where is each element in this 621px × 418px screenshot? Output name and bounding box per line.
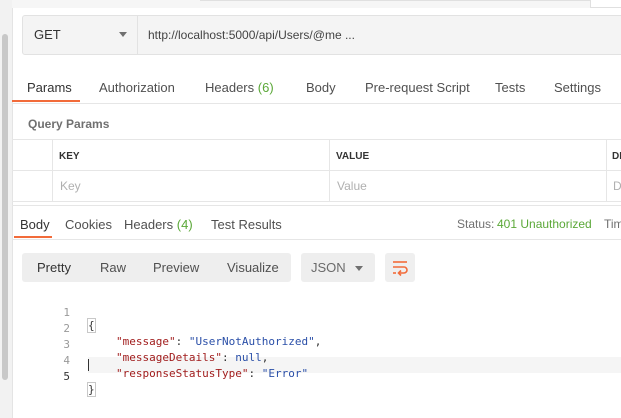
tab-body[interactable]: Body <box>306 80 336 95</box>
tab-label: Body <box>20 217 50 232</box>
table-column-divider <box>52 139 53 201</box>
tab-label: Pre-request Script <box>365 80 470 95</box>
tab-label: Headers <box>205 80 255 95</box>
column-header-key: KEY <box>59 151 80 162</box>
tab-label: Body <box>306 80 336 95</box>
response-tabs-divider <box>12 239 621 240</box>
time-label: Tim <box>604 217 621 231</box>
tabs-divider <box>12 103 621 104</box>
status-label: Status: <box>457 217 495 231</box>
tab-label: Settings <box>554 80 601 95</box>
tab-tests[interactable]: Tests <box>495 80 525 95</box>
code-text: } <box>87 382 96 397</box>
column-header-description: DE <box>612 151 621 162</box>
wrap-lines-icon <box>393 261 408 277</box>
tab-authorization[interactable]: Authorization <box>99 80 175 95</box>
tab-label: Test Results <box>211 217 282 232</box>
response-tab-headers[interactable]: Headers (4) <box>124 217 193 232</box>
code-line: 2 "message": "UserNotAuthorized", <box>22 309 321 348</box>
status-badge[interactable]: 401 Unauthorized <box>497 217 592 231</box>
format-label: JSON <box>311 260 346 275</box>
section-divider <box>12 205 621 206</box>
table-border-mid <box>12 170 621 171</box>
code-line: 1 { <box>22 293 96 333</box>
view-pretty-button[interactable]: Pretty <box>37 253 71 282</box>
response-body-editor[interactable]: 1 { 2 "message": "UserNotAuthorized", 3 … <box>22 293 621 397</box>
column-header-value: VALUE <box>336 151 370 162</box>
table-column-divider <box>606 139 607 201</box>
method-select[interactable]: GET <box>23 16 138 54</box>
active-tab-indicator <box>12 100 80 102</box>
code-line: 3 "messageDetails": null, <box>22 325 268 364</box>
tab-settings[interactable]: Settings <box>554 80 601 95</box>
json-punctuation: , <box>261 351 269 364</box>
format-select[interactable]: JSON <box>301 253 375 282</box>
tab-label: Cookies <box>65 217 112 232</box>
code-text: "messageDetails": null, <box>116 351 269 364</box>
tab-label: Params <box>27 80 72 95</box>
tab-count: (4) <box>176 217 193 232</box>
text-cursor <box>88 359 89 371</box>
response-tab-cookies[interactable]: Cookies <box>65 217 112 232</box>
top-strip <box>12 0 621 8</box>
json-value: "Error" <box>261 367 309 380</box>
table-column-divider <box>329 139 330 201</box>
value-input[interactable]: Value <box>337 179 367 193</box>
code-line: 5 } <box>22 357 96 397</box>
tab-headers[interactable]: Headers (6) <box>205 80 274 95</box>
json-key: "responseStatusType" <box>116 367 249 380</box>
tab-label: Headers <box>124 217 174 232</box>
view-mode-group: Pretty Raw Preview Visualize <box>22 253 291 282</box>
wrap-lines-button[interactable] <box>385 253 415 282</box>
chevron-down-icon <box>119 32 127 37</box>
json-value: "UserNotAuthorized" <box>188 335 315 348</box>
active-response-tab-indicator <box>14 236 52 238</box>
tab-count: (6) <box>257 80 274 95</box>
code-text: "responseStatusType": "Error" <box>116 367 309 380</box>
tab-pre-request-script[interactable]: Pre-request Script <box>365 80 470 95</box>
url-bar: GET http://localhost:5000/api/Users/@me … <box>22 15 621 55</box>
key-input[interactable]: Key <box>60 179 81 193</box>
tab-label: Tests <box>495 80 526 95</box>
json-key: "messageDetails" <box>116 351 222 364</box>
response-tab-test-results[interactable]: Test Results <box>211 217 282 232</box>
tab-label: Authorization <box>99 80 175 95</box>
json-punctuation: , <box>314 335 322 348</box>
json-value: null <box>235 351 262 364</box>
code-line: 4 "responseStatusType": "Error" <box>22 341 308 380</box>
top-right-box <box>590 0 621 8</box>
top-divider <box>200 0 621 1</box>
url-input[interactable]: http://localhost:5000/api/Users/@me ... <box>148 16 355 54</box>
response-tab-body[interactable]: Body <box>20 217 50 232</box>
chevron-down-icon <box>355 266 363 271</box>
code-text: "message": "UserNotAuthorized", <box>116 335 322 348</box>
table-border-bottom <box>12 201 621 202</box>
json-key: "message" <box>116 335 176 348</box>
code-text: { <box>87 318 96 333</box>
table-border-top <box>12 139 621 140</box>
line-number: 5 <box>63 370 70 383</box>
query-params-title: Query Params <box>28 117 110 131</box>
method-label: GET <box>34 27 61 42</box>
left-scrollbar-thumb[interactable] <box>2 34 8 380</box>
view-preview-button[interactable]: Preview <box>153 253 199 282</box>
description-input[interactable]: D <box>613 179 621 193</box>
left-scrollbar[interactable] <box>0 0 13 418</box>
view-raw-button[interactable]: Raw <box>100 253 126 282</box>
view-visualize-button[interactable]: Visualize <box>227 253 279 282</box>
tab-params[interactable]: Params <box>27 80 72 95</box>
